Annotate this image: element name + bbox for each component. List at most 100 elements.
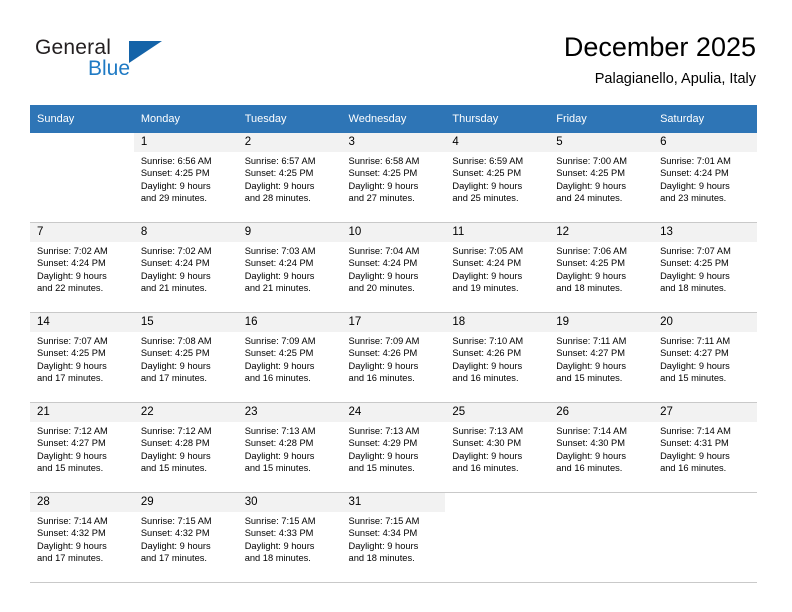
calendar-day-cell-29[interactable]: 29 Sunrise: 7:15 AM Sunset: 4:32 PM Dayligh… (133, 492, 238, 583)
calendar-day-cell-24[interactable]: 24 Sunrise: 7:13 AM Sunset: 4:29 PM Dayligh… (341, 402, 446, 493)
page-subtitle: Palagianello, Apulia, Italy (594, 71, 756, 87)
calendar-day-cell-19[interactable]: 19 Sunrise: 7:11 AM Sunset: 4:27 PM Dayligh… (549, 312, 654, 403)
day-cell-inner: 5 Sunrise: 7:00 AM Sunset: 4:25 PM Daylight… (549, 133, 654, 222)
day-number: 1 (133, 133, 238, 152)
day-detail-line: and 16 minutes. (452, 462, 519, 473)
day-details: Sunrise: 7:00 AM Sunset: 4:25 PM Daylight:… (549, 152, 653, 204)
day-detail-line: Sunrise: 7:03 AM (244, 246, 316, 256)
calendar-day-cell-9[interactable]: 9 Sunrise: 7:03 AM Sunset: 4:24 PM Daylight… (237, 222, 342, 313)
calendar-day-cell-1[interactable]: 1 Sunrise: 6:56 AM Sunset: 4:25 PM Daylight… (133, 133, 238, 223)
day-cell-inner: 15 Sunrise: 7:08 AM Sunset: 4:25 PM Dayligh… (133, 313, 238, 402)
day-number: 22 (133, 403, 238, 422)
day-number: 6 (653, 133, 757, 152)
day-detail-line: Sunset: 4:25 PM (140, 348, 210, 359)
day-details: Sunrise: 7:07 AM Sunset: 4:25 PM Daylight:… (30, 332, 134, 384)
day-detail-line: and 21 minutes. (244, 282, 311, 293)
calendar-day-cell-14[interactable]: 14 Sunrise: 7:07 AM Sunset: 4:25 PM Dayligh… (30, 312, 134, 403)
day-detail-line: and 23 minutes. (660, 192, 727, 203)
calendar-day-cell-21[interactable]: 21 Sunrise: 7:12 AM Sunset: 4:27 PM Dayligh… (30, 402, 134, 493)
calendar-day-cell-28[interactable]: 28 Sunrise: 7:14 AM Sunset: 4:32 PM Dayligh… (30, 492, 134, 583)
calendar-day-cell-16[interactable]: 16 Sunrise: 7:09 AM Sunset: 4:25 PM Dayligh… (237, 312, 342, 403)
day-details: Sunrise: 7:14 AM Sunset: 4:31 PM Daylight:… (653, 422, 757, 474)
day-number (549, 493, 654, 512)
day-detail-line: Daylight: 9 hours (556, 270, 626, 281)
day-detail-line: Sunset: 4:33 PM (244, 528, 314, 539)
day-cell-inner: 4 Sunrise: 6:59 AM Sunset: 4:25 PM Daylight… (445, 133, 550, 222)
calendar-day-cell-8[interactable]: 8 Sunrise: 7:02 AM Sunset: 4:24 PM Daylight… (133, 222, 238, 313)
calendar-day-cell-30[interactable]: 30 Sunrise: 7:15 AM Sunset: 4:33 PM Dayligh… (237, 492, 342, 583)
day-number: 11 (445, 223, 550, 242)
calendar-day-cell-7[interactable]: 7 Sunrise: 7:02 AM Sunset: 4:24 PM Daylight… (30, 222, 134, 313)
title-block: December 2025 Palagianello, Apulia, Ital… (564, 30, 756, 90)
calendar-day-cell-22[interactable]: 22 Sunrise: 7:12 AM Sunset: 4:28 PM Dayligh… (133, 402, 238, 493)
day-detail-line: and 18 minutes. (556, 282, 623, 293)
day-detail-line: and 28 minutes. (244, 192, 311, 203)
day-detail-line: Daylight: 9 hours (37, 450, 107, 461)
day-number: 27 (653, 403, 757, 422)
day-details: Sunrise: 7:13 AM Sunset: 4:30 PM Daylight:… (445, 422, 549, 474)
calendar-day-cell-27[interactable]: 27 Sunrise: 7:14 AM Sunset: 4:31 PM Dayligh… (653, 402, 757, 493)
day-details: Sunrise: 6:56 AM Sunset: 4:25 PM Daylight:… (134, 152, 238, 204)
calendar-day-cell-10[interactable]: 10 Sunrise: 7:04 AM Sunset: 4:24 PM Dayligh… (341, 222, 446, 313)
day-number (445, 493, 550, 512)
day-detail-line: and 16 minutes. (348, 372, 415, 383)
day-cell-inner: 11 Sunrise: 7:05 AM Sunset: 4:24 PM Dayligh… (445, 223, 550, 312)
day-details: Sunrise: 6:59 AM Sunset: 4:25 PM Daylight:… (445, 152, 549, 204)
day-cell-inner: 19 Sunrise: 7:11 AM Sunset: 4:27 PM Dayligh… (549, 313, 654, 402)
calendar-day-cell-15[interactable]: 15 Sunrise: 7:08 AM Sunset: 4:25 PM Dayligh… (133, 312, 238, 403)
day-details: Sunrise: 7:08 AM Sunset: 4:25 PM Daylight:… (134, 332, 238, 384)
day-detail-line: Sunset: 4:32 PM (37, 528, 106, 539)
calendar-day-cell-5[interactable]: 5 Sunrise: 7:00 AM Sunset: 4:25 PM Daylight… (549, 133, 654, 223)
day-details: Sunrise: 7:04 AM Sunset: 4:24 PM Daylight:… (342, 242, 446, 294)
day-detail-line: Sunset: 4:25 PM (452, 168, 522, 179)
calendar-day-cell-25[interactable]: 25 Sunrise: 7:13 AM Sunset: 4:30 PM Dayligh… (445, 402, 550, 493)
day-detail-line: Daylight: 9 hours (348, 180, 419, 191)
day-cell-inner: 31 Sunrise: 7:15 AM Sunset: 4:34 PM Dayligh… (341, 493, 446, 582)
day-detail-line: Sunset: 4:24 PM (660, 168, 729, 179)
calendar-day-cell-20[interactable]: 20 Sunrise: 7:11 AM Sunset: 4:27 PM Dayligh… (653, 312, 757, 403)
day-number: 8 (133, 223, 238, 242)
day-detail-line: Sunrise: 7:13 AM (452, 426, 524, 436)
calendar-day-cell-11[interactable]: 11 Sunrise: 7:05 AM Sunset: 4:24 PM Dayligh… (445, 222, 550, 313)
day-detail-line: Sunrise: 7:08 AM (140, 336, 212, 346)
calendar-day-cell-26[interactable]: 26 Sunrise: 7:14 AM Sunset: 4:30 PM Dayligh… (549, 402, 654, 493)
calendar-day-cell-2[interactable]: 2 Sunrise: 6:57 AM Sunset: 4:25 PM Daylight… (237, 133, 342, 223)
calendar-day-cell-4[interactable]: 4 Sunrise: 6:59 AM Sunset: 4:25 PM Daylight… (445, 133, 550, 223)
day-details: Sunrise: 6:58 AM Sunset: 4:25 PM Daylight:… (342, 152, 446, 204)
day-number: 20 (653, 313, 757, 332)
day-details: Sunrise: 7:12 AM Sunset: 4:28 PM Daylight:… (134, 422, 238, 474)
day-detail-line: Daylight: 9 hours (660, 270, 730, 281)
calendar-day-cell-18[interactable]: 18 Sunrise: 7:10 AM Sunset: 4:26 PM Dayligh… (445, 312, 550, 403)
calendar-day-cell-3[interactable]: 3 Sunrise: 6:58 AM Sunset: 4:25 PM Daylight… (341, 133, 446, 223)
day-detail-line: and 17 minutes. (37, 372, 104, 383)
day-cell-inner: 21 Sunrise: 7:12 AM Sunset: 4:27 PM Dayligh… (30, 403, 134, 492)
day-cell-inner: 13 Sunrise: 7:07 AM Sunset: 4:25 PM Dayligh… (653, 223, 757, 312)
day-detail-line: and 15 minutes. (140, 462, 207, 473)
day-detail-line: Sunrise: 7:06 AM (556, 246, 628, 256)
day-detail-line: Daylight: 9 hours (244, 540, 315, 551)
day-detail-line: Sunset: 4:24 PM (452, 258, 522, 269)
page-title: December 2025 (563, 32, 756, 62)
calendar-day-cell-17[interactable]: 17 Sunrise: 7:09 AM Sunset: 4:26 PM Dayligh… (341, 312, 446, 403)
brand-name-secondary: Blue (88, 57, 131, 80)
day-detail-line: Sunset: 4:27 PM (37, 438, 106, 449)
calendar-day-cell-23[interactable]: 23 Sunrise: 7:13 AM Sunset: 4:28 PM Dayligh… (237, 402, 342, 493)
day-detail-line: Sunset: 4:25 PM (660, 258, 729, 269)
day-detail-line: and 20 minutes. (348, 282, 415, 293)
day-details: Sunrise: 7:14 AM Sunset: 4:30 PM Daylight:… (549, 422, 653, 474)
calendar-day-cell-31[interactable]: 31 Sunrise: 7:15 AM Sunset: 4:34 PM Dayligh… (341, 492, 446, 583)
day-detail-line: and 17 minutes. (140, 372, 207, 383)
brand-logo[interactable]: General Blue (35, 36, 215, 84)
day-detail-line: Sunset: 4:25 PM (244, 168, 314, 179)
day-cell-inner: 7 Sunrise: 7:02 AM Sunset: 4:24 PM Daylight… (30, 223, 134, 312)
day-detail-line: Sunrise: 6:56 AM (140, 156, 212, 166)
day-number: 10 (341, 223, 446, 242)
day-detail-line: Daylight: 9 hours (244, 450, 315, 461)
calendar-day-cell-6[interactable]: 6 Sunrise: 7:01 AM Sunset: 4:24 PM Daylight… (653, 133, 757, 223)
calendar-empty-cell (549, 492, 654, 583)
calendar-day-cell-13[interactable]: 13 Sunrise: 7:07 AM Sunset: 4:25 PM Dayligh… (653, 222, 757, 313)
day-detail-line: Sunset: 4:31 PM (660, 438, 729, 449)
day-detail-line: Daylight: 9 hours (556, 450, 626, 461)
day-detail-line: Daylight: 9 hours (244, 180, 315, 191)
calendar-day-cell-12[interactable]: 12 Sunrise: 7:06 AM Sunset: 4:25 PM Dayligh… (549, 222, 654, 313)
